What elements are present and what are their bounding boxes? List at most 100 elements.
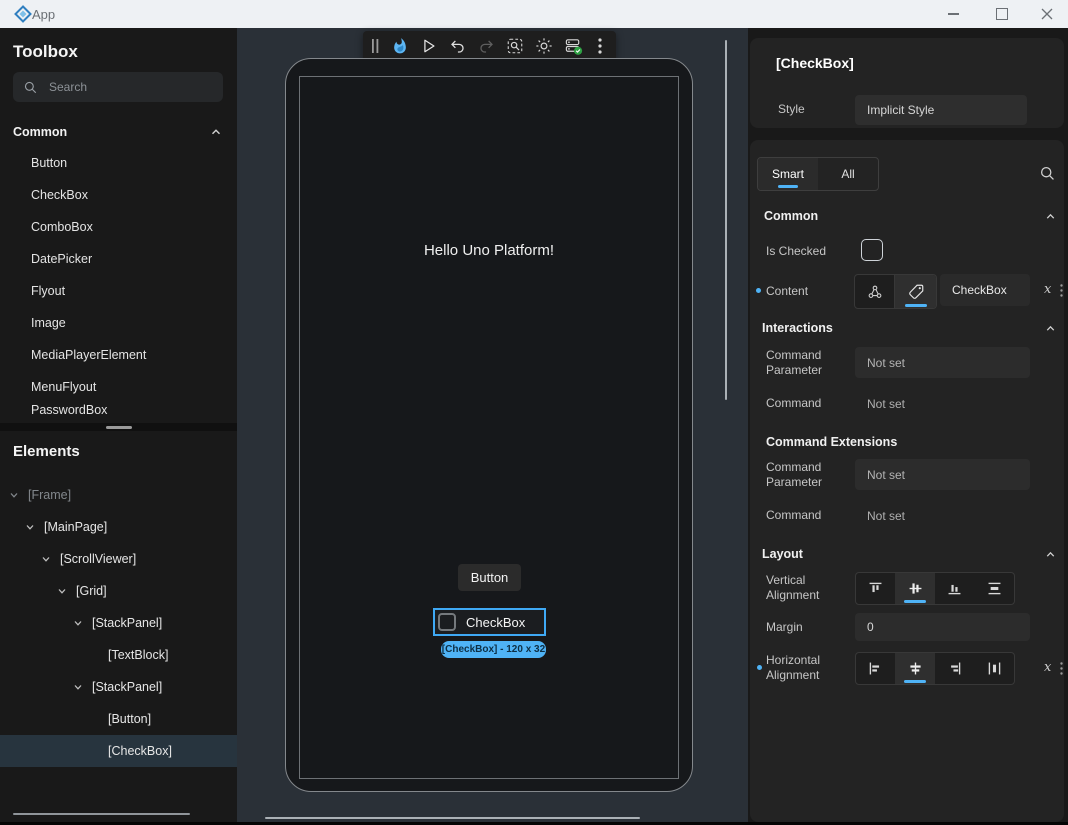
dev-server-connected-icon[interactable] (560, 33, 586, 59)
more-options-icon[interactable] (1060, 662, 1063, 675)
tab-all[interactable]: All (818, 158, 878, 190)
tab-smart[interactable]: Smart (758, 158, 818, 190)
literal-mode-tag-icon[interactable] (895, 275, 936, 308)
selected-underline (904, 680, 926, 683)
properties-search-icon[interactable] (1039, 165, 1056, 182)
hot-reload-icon[interactable] (387, 33, 413, 59)
canvas-vertical-scrollbar[interactable] (725, 40, 727, 400)
tree-item-stackpanel-1[interactable]: [StackPanel] (0, 607, 237, 639)
modified-indicator-dot (756, 288, 761, 293)
device-screen[interactable] (299, 76, 679, 779)
search-input[interactable] (47, 79, 201, 95)
chevron-down-icon[interactable] (72, 617, 84, 629)
valign-top-icon[interactable] (856, 573, 895, 604)
theme-toggle-icon[interactable] (531, 33, 557, 59)
halign-center-icon[interactable] (895, 653, 935, 684)
vertical-alignment-group (855, 572, 1015, 605)
app-logo-icon (14, 5, 32, 23)
inspector-header-card: [CheckBox] Style (750, 38, 1064, 128)
command-value[interactable]: Not set (867, 397, 905, 411)
elements-horizontal-scrollbar[interactable] (13, 813, 190, 815)
canvas-toolbar (363, 31, 616, 61)
selected-underline (904, 600, 926, 603)
xbind-icon[interactable]: x (1044, 282, 1051, 297)
halign-left-icon[interactable] (856, 653, 895, 684)
maximize-button[interactable] (985, 3, 1019, 25)
xbind-icon[interactable]: x (1044, 660, 1051, 675)
command-parameter-label: Command Parameter (766, 348, 850, 378)
chevron-up-icon[interactable] (1044, 210, 1057, 223)
content-input[interactable] (940, 274, 1030, 306)
halign-right-icon[interactable] (935, 653, 974, 684)
undo-icon[interactable] (445, 33, 471, 59)
chevron-down-icon[interactable] (72, 681, 84, 693)
tree-item-stackpanel-2[interactable]: [StackPanel] (0, 671, 237, 703)
play-icon[interactable] (416, 33, 442, 59)
valign-center-icon[interactable] (895, 573, 935, 604)
toolbox-item-menuflyout[interactable]: MenuFlyout (0, 371, 237, 403)
command-parameter-input[interactable] (855, 347, 1030, 378)
tree-item-checkbox-selected[interactable]: [CheckBox] (0, 735, 237, 767)
minimize-button[interactable] (936, 3, 970, 25)
chevron-down-icon[interactable] (40, 553, 52, 565)
checkbox-label: CheckBox (466, 615, 525, 630)
chevron-down-icon[interactable] (56, 585, 68, 597)
checkbox-glyph[interactable] (438, 613, 456, 631)
toolbox-item-checkbox[interactable]: CheckBox (0, 179, 237, 211)
chevron-up-icon[interactable] (1044, 322, 1057, 335)
toolbox-section-common[interactable]: Common (0, 117, 237, 147)
search-icon (23, 80, 38, 95)
canvas-horizontal-scrollbar[interactable] (265, 817, 640, 819)
toolbox-item-combobox[interactable]: ComboBox (0, 211, 237, 243)
chevron-down-icon[interactable] (8, 489, 20, 501)
splitter-grip[interactable] (106, 426, 132, 429)
command-parameter-label: Command Parameter (766, 460, 850, 490)
toolbox-item-image[interactable]: Image (0, 307, 237, 339)
design-canvas[interactable]: Hello Uno Platform! Button CheckBox [Che… (237, 28, 748, 822)
toolbox-item-passwordbox[interactable]: PasswordBox (0, 403, 237, 423)
is-checked-label: Is Checked (766, 244, 826, 259)
preview-textblock[interactable]: Hello Uno Platform! (299, 242, 679, 259)
toolbox-item-mediaplayerelement[interactable]: MediaPlayerElement (0, 339, 237, 371)
chevron-up-icon[interactable] (1044, 548, 1057, 561)
halign-stretch-icon[interactable] (974, 653, 1014, 684)
chevron-down-icon[interactable] (24, 521, 36, 533)
valign-stretch-icon[interactable] (974, 573, 1014, 604)
tree-item-textblock[interactable]: [TextBlock] (0, 639, 237, 671)
more-options-icon[interactable] (589, 33, 611, 59)
style-input[interactable] (855, 95, 1027, 125)
section-command-extensions: Command Extensions (766, 435, 897, 449)
tree-item-button[interactable]: [Button] (0, 703, 237, 735)
window-titlebar: App (0, 0, 1068, 28)
more-options-icon[interactable] (1060, 284, 1063, 297)
drag-handle[interactable] (368, 33, 384, 59)
close-button[interactable] (1030, 3, 1064, 25)
redo-icon[interactable] (474, 33, 500, 59)
toolbox-item-button[interactable]: Button (0, 147, 237, 179)
toolbox-item-datepicker[interactable]: DatePicker (0, 243, 237, 275)
tree-item-mainpage[interactable]: [MainPage] (0, 511, 237, 543)
command-value[interactable]: Not set (867, 509, 905, 523)
binding-mode-icon[interactable] (855, 275, 895, 308)
toolbox-search[interactable] (13, 72, 223, 102)
preview-button[interactable]: Button (458, 564, 521, 591)
modified-indicator-dot (757, 665, 762, 670)
chevron-up-icon[interactable] (209, 125, 223, 139)
toolbox-item-flyout[interactable]: Flyout (0, 275, 237, 307)
margin-input[interactable] (855, 613, 1030, 641)
selection-size-badge: [CheckBox] - 120 x 32 (441, 641, 546, 658)
tree-item-scrollviewer[interactable]: [ScrollViewer] (0, 543, 237, 575)
panel-splitter[interactable] (0, 423, 237, 431)
command-parameter-input[interactable] (855, 459, 1030, 490)
is-checked-checkbox[interactable] (861, 239, 883, 261)
preview-checkbox-selected[interactable]: CheckBox (433, 608, 546, 636)
valign-bottom-icon[interactable] (935, 573, 974, 604)
content-label: Content (766, 284, 808, 299)
inspector-tabs: Smart All (757, 157, 879, 191)
tree-item-frame[interactable]: [Frame] (0, 479, 237, 511)
inspect-element-icon[interactable] (502, 33, 528, 59)
vertical-alignment-label: Vertical Alignment (766, 573, 850, 603)
command-label: Command (766, 508, 821, 523)
section-label: Common (13, 125, 209, 139)
tree-item-grid[interactable]: [Grid] (0, 575, 237, 607)
